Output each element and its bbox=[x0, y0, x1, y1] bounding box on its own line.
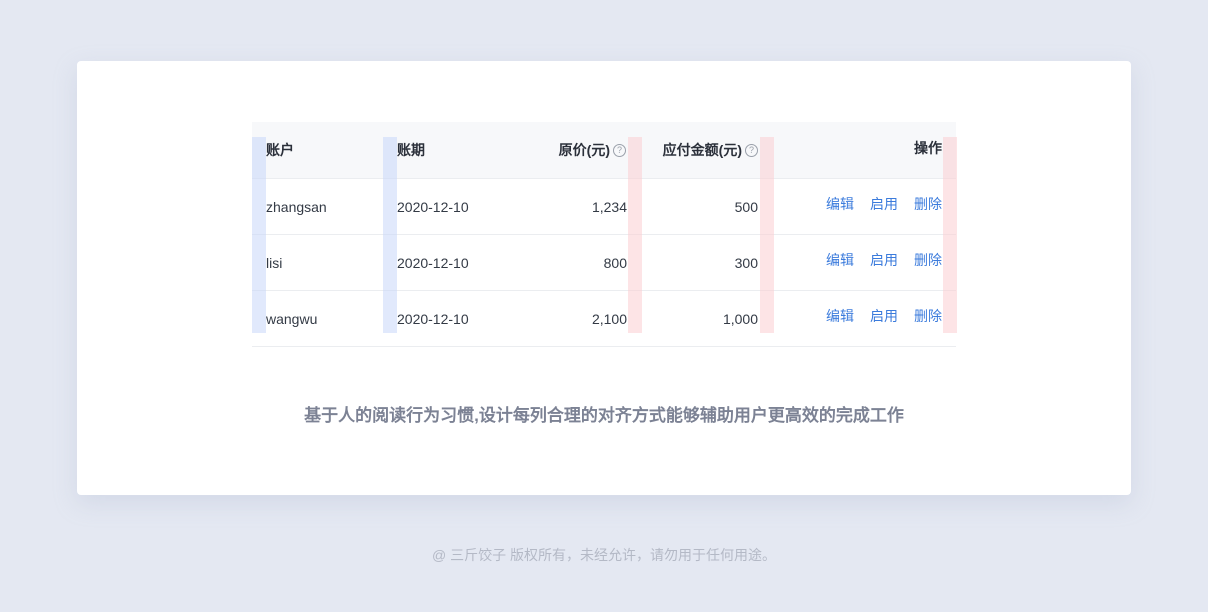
row-actions: 编辑 启用 删除 bbox=[792, 179, 942, 228]
cell-payable: 1,000 bbox=[722, 310, 758, 327]
header-account: 账户 bbox=[266, 142, 294, 158]
left-align-guide bbox=[383, 137, 397, 333]
enable-link[interactable]: 启用 bbox=[870, 306, 898, 326]
delete-link[interactable]: 删除 bbox=[914, 306, 942, 326]
table-header: 账户 账期 原价(元) ? 应付金额(元) ? 操作 bbox=[252, 122, 956, 179]
header-period: 账期 bbox=[397, 142, 425, 158]
cell-period: 2020-12-10 bbox=[397, 310, 469, 327]
table-row: lisi 2020-12-10 800 300 编辑 启用 删除 bbox=[252, 235, 956, 291]
header-price-label: 原价(元) bbox=[558, 142, 610, 158]
table-row: wangwu 2020-12-10 2,100 1,000 编辑 启用 删除 bbox=[252, 291, 956, 347]
right-align-guide bbox=[760, 137, 774, 333]
row-actions: 编辑 启用 删除 bbox=[792, 291, 942, 340]
delete-link[interactable]: 删除 bbox=[914, 194, 942, 214]
copyright-text: @ 三斤饺子 版权所有，未经允许，请勿用于任何用途。 bbox=[432, 547, 776, 563]
cell-payable: 500 bbox=[734, 198, 758, 215]
edit-link[interactable]: 编辑 bbox=[826, 194, 854, 214]
cell-account: wangwu bbox=[266, 310, 318, 327]
row-actions: 编辑 启用 删除 bbox=[792, 235, 942, 284]
cell-account: zhangsan bbox=[266, 198, 327, 215]
left-align-guide bbox=[252, 137, 266, 333]
cell-period: 2020-12-10 bbox=[397, 254, 469, 271]
cell-price: 2,100 bbox=[591, 310, 627, 327]
table-row: zhangsan 2020-12-10 1,234 500 编辑 启用 删除 bbox=[252, 179, 956, 235]
cell-price: 800 bbox=[603, 254, 627, 271]
header-actions: 操作 bbox=[914, 140, 942, 156]
edit-link[interactable]: 编辑 bbox=[826, 250, 854, 270]
header-price: 原价(元) ? bbox=[542, 122, 626, 178]
cell-account: lisi bbox=[266, 254, 283, 271]
edit-link[interactable]: 编辑 bbox=[826, 306, 854, 326]
question-circle-icon[interactable]: ? bbox=[745, 143, 758, 157]
enable-link[interactable]: 启用 bbox=[870, 194, 898, 214]
card: 账户 账期 原价(元) ? 应付金额(元) ? 操作 zhangsan 2020… bbox=[77, 61, 1131, 495]
header-payable: 应付金额(元) ? bbox=[642, 122, 758, 178]
right-align-guide bbox=[943, 137, 957, 333]
enable-link[interactable]: 启用 bbox=[870, 250, 898, 270]
cell-price: 1,234 bbox=[591, 198, 627, 215]
cell-payable: 300 bbox=[734, 254, 758, 271]
question-circle-icon[interactable]: ? bbox=[613, 143, 626, 157]
caption-text: 基于人的阅读行为习惯,设计每列合理的对齐方式能够辅助用户更高效的完成工作 bbox=[304, 406, 904, 425]
header-payable-label: 应付金额(元) bbox=[662, 142, 742, 158]
right-align-guide bbox=[628, 137, 642, 333]
cell-period: 2020-12-10 bbox=[397, 198, 469, 215]
data-table: 账户 账期 原价(元) ? 应付金额(元) ? 操作 zhangsan 2020… bbox=[252, 122, 957, 347]
delete-link[interactable]: 删除 bbox=[914, 250, 942, 270]
